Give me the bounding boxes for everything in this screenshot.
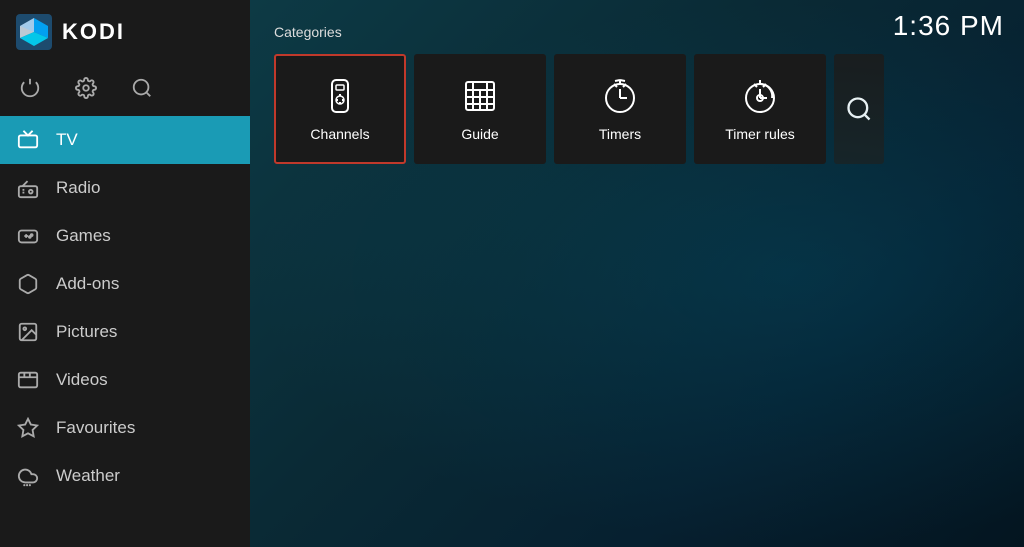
- sidebar-item-tv[interactable]: TV: [0, 116, 250, 164]
- addons-icon: [16, 272, 40, 296]
- sidebar-label-games: Games: [56, 226, 111, 246]
- timers-card-icon: [600, 76, 640, 116]
- sidebar-nav: TV Radio: [0, 116, 250, 547]
- radio-icon: [16, 176, 40, 200]
- sidebar-item-pictures[interactable]: Pictures: [0, 308, 250, 356]
- sidebar-label-radio: Radio: [56, 178, 100, 198]
- sidebar-icon-bar: [0, 64, 250, 112]
- sidebar-label-weather: Weather: [56, 466, 120, 486]
- category-card-timers[interactable]: Timers: [554, 54, 686, 164]
- settings-button[interactable]: [72, 74, 100, 102]
- category-card-guide[interactable]: Guide: [414, 54, 546, 164]
- pictures-icon: [16, 320, 40, 344]
- guide-card-label: Guide: [461, 126, 498, 142]
- favourites-icon: [16, 416, 40, 440]
- time-display: 1:36 PM: [893, 10, 1004, 42]
- category-card-timer-rules[interactable]: Timer rules: [694, 54, 826, 164]
- guide-card-icon: [460, 76, 500, 116]
- games-icon: [16, 224, 40, 248]
- app-header: KODI: [0, 0, 250, 64]
- categories-label: Categories: [274, 24, 1000, 40]
- videos-icon: [16, 368, 40, 392]
- sidebar: KODI: [0, 0, 250, 547]
- timers-card-label: Timers: [599, 126, 641, 142]
- search-button[interactable]: [128, 74, 156, 102]
- sidebar-item-videos[interactable]: Videos: [0, 356, 250, 404]
- sidebar-item-favourites[interactable]: Favourites: [0, 404, 250, 452]
- sidebar-item-addons[interactable]: Add-ons: [0, 260, 250, 308]
- sidebar-label-videos: Videos: [56, 370, 108, 390]
- category-card-search-partial[interactable]: [834, 54, 884, 164]
- category-card-channels[interactable]: Channels: [274, 54, 406, 164]
- channels-card-label: Channels: [310, 126, 369, 142]
- sidebar-item-games[interactable]: Games: [0, 212, 250, 260]
- sidebar-label-pictures: Pictures: [56, 322, 117, 342]
- category-grid: Channels Guide: [274, 54, 1000, 164]
- power-button[interactable]: [16, 74, 44, 102]
- kodi-logo-icon: [16, 14, 52, 50]
- sidebar-label-favourites: Favourites: [56, 418, 135, 438]
- channels-card-icon: [320, 76, 360, 116]
- sidebar-label-tv: TV: [56, 130, 78, 150]
- tv-icon: [16, 128, 40, 152]
- sidebar-item-radio[interactable]: Radio: [0, 164, 250, 212]
- sidebar-item-weather[interactable]: Weather: [0, 452, 250, 500]
- app-title: KODI: [62, 19, 125, 45]
- main-content: 1:36 PM Categories Channels: [250, 0, 1024, 547]
- timer-rules-card-icon: [740, 76, 780, 116]
- timer-rules-card-label: Timer rules: [725, 126, 795, 142]
- weather-icon: [16, 464, 40, 488]
- sidebar-label-addons: Add-ons: [56, 274, 119, 294]
